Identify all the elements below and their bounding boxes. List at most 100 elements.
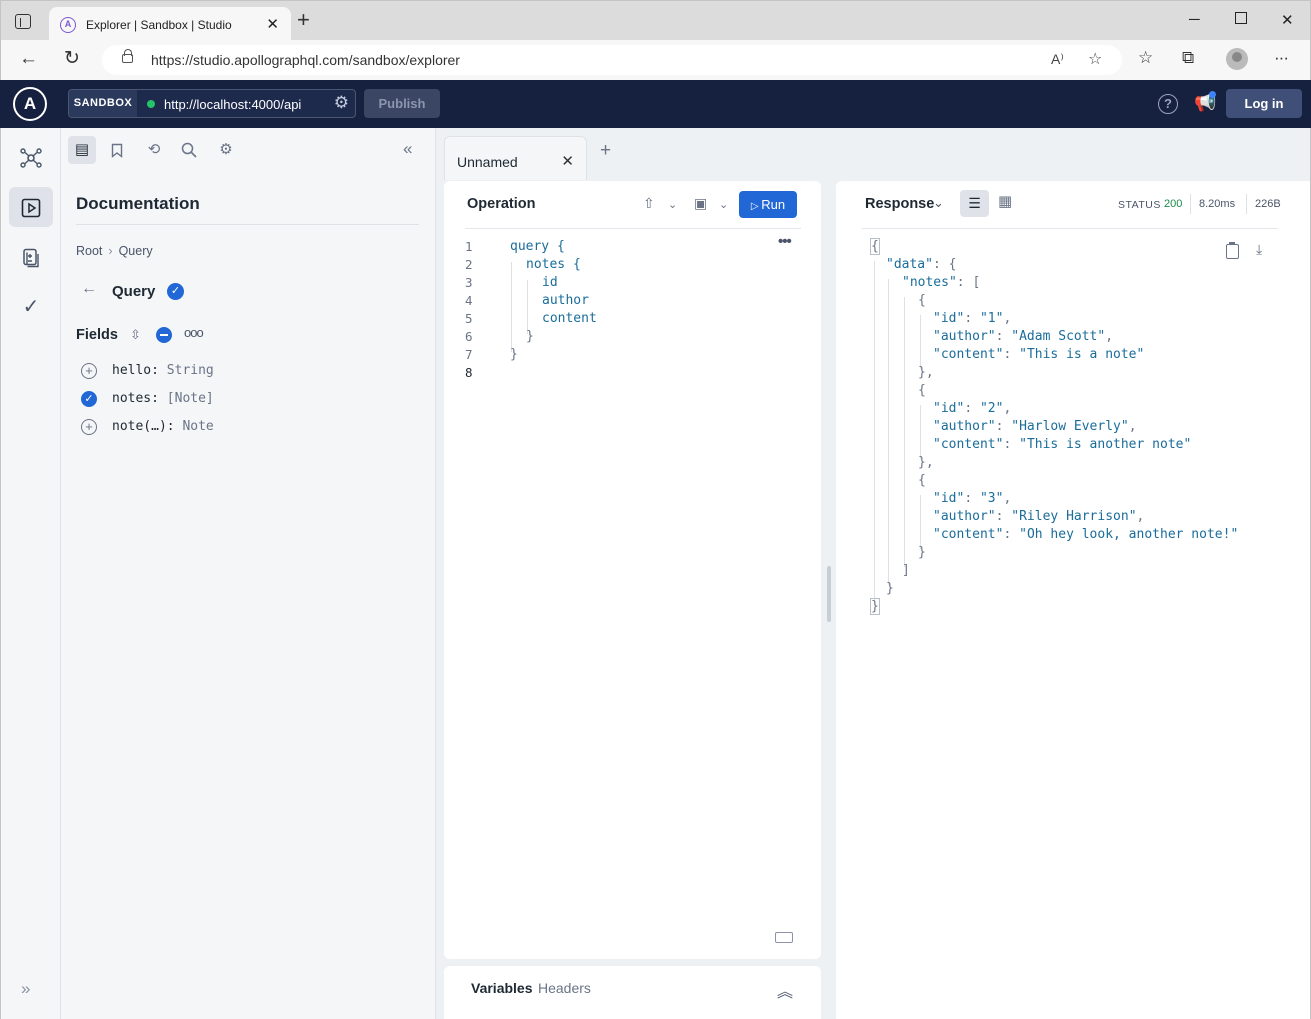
sort-icon[interactable]: ⇳: [130, 327, 141, 343]
sandbox-badge: SANDBOX: [69, 90, 137, 117]
back-icon[interactable]: ←: [19, 48, 38, 70]
response-title[interactable]: Response: [865, 196, 934, 212]
collapse-panel-icon[interactable]: «: [403, 139, 412, 159]
note-id: 3: [987, 491, 996, 506]
divider: [862, 228, 1278, 229]
json-line: "content": "This is a note": [933, 347, 1145, 362]
expand-panel-icon[interactable]: ︽: [777, 978, 793, 1002]
chevron-down-icon[interactable]: ⌄: [668, 198, 677, 211]
run-button[interactable]: ▷ Run: [739, 191, 797, 218]
nav-rail: ✓ »: [0, 128, 61, 1019]
publish-button[interactable]: Publish: [364, 89, 440, 118]
sandbox-connection[interactable]: SANDBOX http://localhost:4000/api ⚙: [68, 89, 356, 118]
back-arrow-icon[interactable]: ←: [81, 280, 97, 298]
expand-nav-icon[interactable]: »: [21, 979, 30, 999]
code-line: query {: [510, 239, 565, 254]
chevron-down-icon[interactable]: ⌄: [719, 198, 728, 211]
json-line: }: [918, 545, 926, 560]
url-text: https://studio.apollographql.com/sandbox…: [151, 52, 460, 68]
table-view-icon[interactable]: ▦: [998, 192, 1012, 210]
save-icon[interactable]: ▣: [694, 195, 707, 212]
documentation-tab-icon[interactable]: ▤: [68, 136, 96, 164]
json-view-icon[interactable]: ☰: [960, 190, 989, 217]
download-icon[interactable]: ⤓: [1256, 241, 1262, 258]
indent-guide: [511, 262, 512, 352]
indent-guide: [920, 315, 921, 369]
indent-guide: [874, 261, 875, 603]
json-line: "author": "Harlow Everly",: [933, 419, 1137, 434]
checks-icon[interactable]: ✓: [9, 287, 53, 327]
status-label: STATUS: [1118, 199, 1161, 211]
note-content: This is a note: [1026, 347, 1137, 362]
operation-panel: Operation ⇧ ⌄ ▣ ⌄ ▷ Run ••• 1 2 3 4 5 6 …: [444, 181, 821, 959]
line-number: 6: [465, 329, 473, 344]
explorer-play-icon[interactable]: [9, 187, 53, 227]
json-line: ]: [902, 563, 910, 578]
collections-bookmark-icon[interactable]: [103, 136, 131, 164]
editor-more-icon[interactable]: •••: [778, 233, 792, 250]
type-title: Query: [112, 283, 156, 300]
apollo-logo[interactable]: A: [13, 87, 47, 121]
close-tab-icon[interactable]: ✕: [561, 152, 574, 170]
breadcrumb-query[interactable]: Query: [119, 244, 153, 258]
field-selected-check-icon[interactable]: ✓: [81, 391, 97, 407]
json-line: "id": "3",: [933, 491, 1012, 506]
close-window-icon[interactable]: ✕: [1281, 11, 1294, 29]
browser-toolbar: ← ↻ https://studio.apollographql.com/san…: [0, 40, 1311, 80]
run-label: Run: [761, 197, 786, 212]
add-field-icon[interactable]: +: [81, 419, 97, 435]
documentation-panel: ▤ ⟲ ⚙ « Documentation Root › Query ← Query…: [61, 128, 436, 1019]
add-favorite-icon[interactable]: ☆: [1088, 49, 1102, 69]
search-icon[interactable]: [175, 136, 203, 164]
json-line: "id": "2",: [933, 401, 1012, 416]
panel-resize-handle[interactable]: [827, 566, 831, 622]
address-bar[interactable]: https://studio.apollographql.com/sandbox…: [102, 45, 1122, 75]
field-type[interactable]: String: [167, 363, 214, 378]
breadcrumb-root[interactable]: Root: [76, 244, 102, 258]
maximize-icon[interactable]: [1235, 12, 1247, 24]
share-icon[interactable]: ⇧: [643, 195, 655, 212]
add-field-icon[interactable]: +: [81, 363, 97, 379]
keyboard-shortcuts-icon[interactable]: [775, 932, 793, 943]
tab-variables[interactable]: Variables: [471, 980, 533, 996]
browser-tab[interactable]: A Explorer | Sandbox | Studio ✕: [49, 7, 291, 41]
tab-actions-icon[interactable]: [15, 14, 31, 29]
read-aloud-icon[interactable]: A⁾: [1051, 51, 1064, 68]
operation-tab[interactable]: Unnamed ✕: [444, 136, 587, 180]
refresh-icon[interactable]: ↻: [64, 48, 80, 70]
minimize-icon[interactable]: ─: [1189, 11, 1200, 28]
indent-guide: [527, 280, 528, 334]
endpoint-url[interactable]: http://localhost:4000/api: [164, 97, 301, 112]
new-tab-icon[interactable]: +: [297, 9, 310, 31]
response-size: 226B: [1255, 198, 1281, 210]
note-author: Riley Harrison: [1019, 509, 1129, 524]
field-type[interactable]: Note: [182, 419, 213, 434]
collections-icon[interactable]: ⧉: [1182, 48, 1194, 68]
connection-settings-icon[interactable]: ⚙: [334, 93, 349, 113]
settings-more-icon[interactable]: ···: [1274, 48, 1289, 68]
login-button[interactable]: Log in: [1226, 89, 1302, 118]
deselect-all-icon[interactable]: [156, 327, 172, 343]
indent-guide: [904, 297, 905, 567]
chevron-down-icon[interactable]: ⌄: [933, 195, 944, 211]
schema-graph-icon[interactable]: [9, 137, 53, 177]
close-tab-icon[interactable]: ✕: [266, 15, 279, 33]
add-tab-icon[interactable]: +: [600, 140, 611, 162]
divider: [1246, 194, 1247, 214]
copy-icon[interactable]: [1226, 242, 1239, 259]
favorites-icon[interactable]: ☆: [1138, 48, 1153, 68]
field-type[interactable]: [Note]: [167, 391, 214, 406]
tab-headers[interactable]: Headers: [538, 980, 591, 996]
json-line: }: [886, 581, 894, 596]
history-icon[interactable]: ⟲: [140, 136, 168, 164]
divider: [465, 228, 801, 229]
help-icon[interactable]: ?: [1158, 94, 1178, 114]
diff-icon[interactable]: [9, 237, 53, 277]
settings-gear-icon[interactable]: ⚙: [212, 136, 240, 164]
indent-guide: [920, 405, 921, 459]
more-options-icon[interactable]: ooo: [184, 325, 204, 340]
profile-avatar[interactable]: [1226, 48, 1248, 70]
code-line: }: [526, 329, 534, 344]
connection-status-dot: [147, 100, 155, 108]
query-selected-check-icon[interactable]: ✓: [167, 283, 184, 300]
